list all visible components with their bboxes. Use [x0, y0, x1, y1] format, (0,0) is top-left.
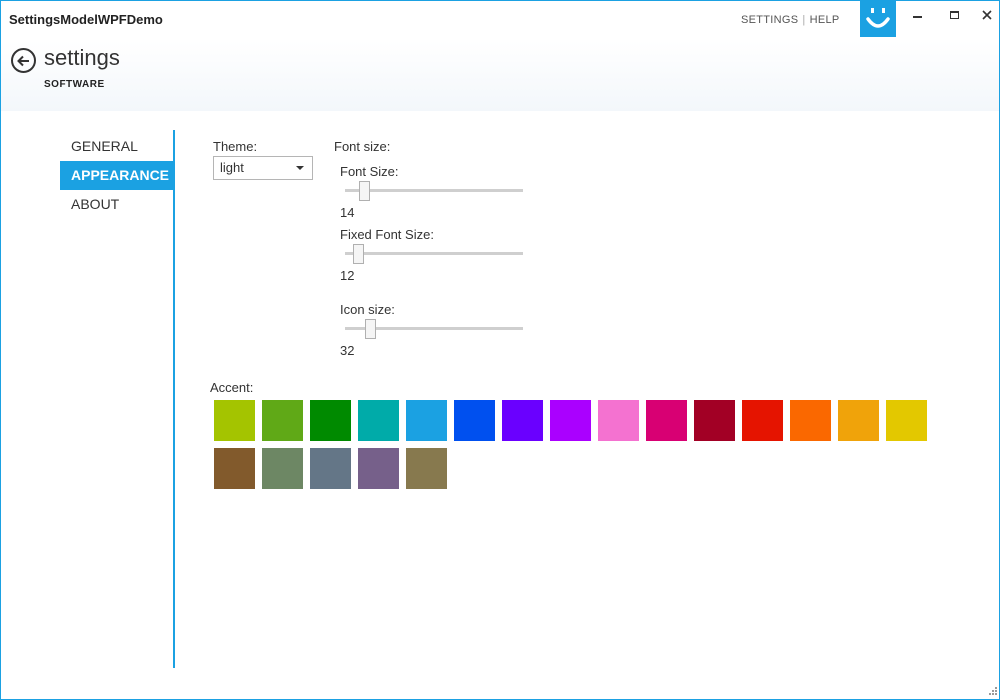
page-subtitle: SOFTWARE — [44, 79, 105, 90]
slider-thumb[interactable] — [353, 244, 364, 264]
accent-swatch[interactable] — [406, 400, 447, 441]
accent-swatch[interactable] — [838, 400, 879, 441]
accent-label: Accent: — [210, 380, 254, 395]
page-title: settings — [44, 45, 120, 70]
accent-swatch[interactable] — [598, 400, 639, 441]
font-size-group-label: Font size: — [334, 139, 391, 154]
icon-size-label: Icon size: — [340, 302, 395, 317]
fixed-font-size-label: Fixed Font Size: — [340, 227, 434, 242]
accent-swatch[interactable] — [262, 400, 303, 441]
top-links-separator: | — [802, 14, 806, 26]
smiley-icon[interactable] — [860, 1, 896, 37]
nav-item-general[interactable]: GENERAL — [60, 132, 174, 161]
nav-item-about[interactable]: ABOUT — [60, 190, 174, 219]
nav-divider — [173, 130, 175, 668]
accent-swatch[interactable] — [310, 448, 351, 489]
accent-swatch[interactable] — [214, 448, 255, 489]
accent-swatch[interactable] — [790, 400, 831, 441]
maximize-icon — [949, 11, 959, 19]
accent-swatch[interactable] — [310, 400, 351, 441]
fixed-font-size-slider[interactable] — [345, 244, 523, 264]
slider-track — [345, 189, 523, 192]
accent-swatch[interactable] — [454, 400, 495, 441]
theme-select[interactable]: light — [213, 156, 313, 180]
top-links: SETTINGS | HELP — [741, 14, 840, 26]
accent-swatch[interactable] — [694, 400, 735, 441]
accent-swatch[interactable] — [646, 400, 687, 441]
accent-swatch[interactable] — [262, 448, 303, 489]
font-size-label: Font Size: — [340, 164, 399, 179]
font-size-slider[interactable] — [345, 181, 523, 201]
theme-select-value: light — [220, 160, 244, 175]
settings-nav: GENERAL APPEARANCE ABOUT — [60, 132, 174, 219]
nav-item-appearance[interactable]: APPEARANCE — [60, 161, 174, 190]
font-size-value: 14 — [340, 205, 355, 220]
accent-swatch[interactable] — [886, 400, 927, 441]
accent-swatch[interactable] — [358, 448, 399, 489]
close-icon — [982, 10, 992, 20]
back-button[interactable] — [11, 48, 36, 73]
resize-grip-icon[interactable] — [986, 686, 998, 698]
slider-thumb[interactable] — [359, 181, 370, 201]
slider-thumb[interactable] — [365, 319, 376, 339]
help-link[interactable]: HELP — [810, 14, 840, 26]
accent-swatch[interactable] — [550, 400, 591, 441]
maximize-button[interactable] — [944, 7, 964, 23]
accent-swatch[interactable] — [358, 400, 399, 441]
icon-size-value: 32 — [340, 343, 355, 358]
settings-link[interactable]: SETTINGS — [741, 14, 798, 26]
slider-track — [345, 252, 523, 255]
accent-swatch[interactable] — [406, 448, 447, 489]
accent-swatch[interactable] — [742, 400, 783, 441]
back-arrow-icon — [17, 55, 29, 66]
close-button[interactable] — [977, 7, 997, 23]
minimize-icon — [912, 16, 922, 18]
app-window: SettingsModelWPFDemo SETTINGS | HELP setti… — [0, 0, 1000, 700]
fixed-font-size-value: 12 — [340, 268, 355, 283]
minimize-button[interactable] — [907, 7, 927, 23]
window-title: SettingsModelWPFDemo — [9, 12, 163, 27]
icon-size-slider[interactable] — [345, 319, 523, 339]
accent-swatch[interactable] — [502, 400, 543, 441]
accent-swatch[interactable] — [214, 400, 255, 441]
chevron-down-icon — [296, 166, 304, 170]
theme-label: Theme: — [213, 139, 258, 154]
